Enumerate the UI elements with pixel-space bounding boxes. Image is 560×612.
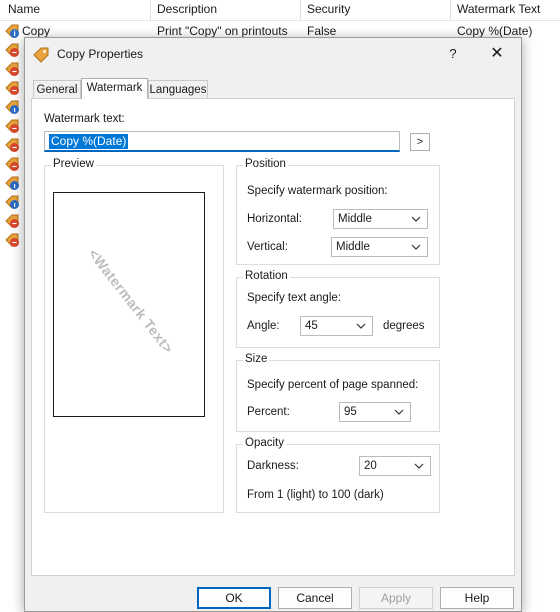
- position-title: Position: [243, 158, 288, 170]
- preview-page: <Watermark Text>: [53, 192, 205, 417]
- row-watermark: Copy %(Date): [457, 24, 533, 38]
- row-name: Copy: [22, 24, 51, 38]
- size-group: Size Specify percent of page spanned: Pe…: [236, 353, 440, 432]
- preview-group: Preview <Watermark Text>: [44, 158, 224, 513]
- preview-title: Preview: [51, 158, 96, 170]
- angle-value: 45: [305, 320, 318, 332]
- tab-watermark[interactable]: Watermark: [81, 78, 148, 99]
- tab-languages[interactable]: Languages: [148, 80, 208, 98]
- size-hint: Specify percent of page spanned:: [247, 379, 419, 391]
- insert-field-button[interactable]: >: [410, 133, 430, 151]
- tag-icon: [5, 214, 19, 228]
- chevron-down-icon: [356, 323, 366, 329]
- watermark-tab-panel: Watermark text: Copy %(Date) > Preview <…: [31, 98, 515, 576]
- info-tag-icon: [5, 176, 19, 190]
- column-divider[interactable]: [300, 0, 301, 20]
- horizontal-value: Middle: [338, 213, 372, 225]
- info-tag-icon: [5, 100, 19, 114]
- row-description: Print "Copy" on printouts: [157, 24, 288, 38]
- help-icon[interactable]: ?: [445, 44, 461, 64]
- column-name[interactable]: Name: [8, 2, 40, 16]
- darkness-select[interactable]: 20: [359, 456, 431, 476]
- vertical-select[interactable]: Middle: [331, 237, 428, 257]
- tag-icon: [5, 81, 19, 95]
- vertical-value: Middle: [336, 241, 370, 253]
- watermark-text-input[interactable]: Copy %(Date): [44, 131, 400, 152]
- chevron-down-icon: [414, 463, 424, 469]
- darkness-range-note: From 1 (light) to 100 (dark): [247, 489, 384, 501]
- column-description[interactable]: Description: [157, 2, 217, 16]
- list-header: Name Description Security Watermark Text: [0, 0, 560, 21]
- tag-icon: [5, 62, 19, 76]
- cancel-button[interactable]: Cancel: [278, 587, 352, 609]
- column-security[interactable]: Security: [307, 2, 350, 16]
- info-tag-icon: [5, 195, 19, 209]
- percent-label: Percent:: [247, 406, 290, 418]
- rotation-hint: Specify text angle:: [247, 292, 341, 304]
- size-title: Size: [243, 353, 270, 365]
- info-tag-icon: [5, 24, 19, 38]
- dialog-titlebar[interactable]: Copy Properties ? ✕: [25, 38, 521, 70]
- column-watermark-text[interactable]: Watermark Text: [457, 2, 540, 16]
- column-divider[interactable]: [450, 0, 451, 20]
- tag-icon: [5, 157, 19, 171]
- angle-label: Angle:: [247, 320, 280, 332]
- tag-icon: [5, 233, 19, 247]
- horizontal-label: Horizontal:: [247, 213, 302, 225]
- apply-button[interactable]: Apply: [359, 587, 433, 609]
- dialog-title: Copy Properties: [57, 47, 144, 61]
- tag-icon: [5, 43, 19, 57]
- ok-button[interactable]: OK: [197, 587, 271, 609]
- position-hint: Specify watermark position:: [247, 185, 388, 197]
- close-icon[interactable]: ✕: [487, 44, 507, 64]
- angle-select[interactable]: 45: [300, 316, 373, 336]
- rotation-title: Rotation: [243, 270, 290, 282]
- chevron-down-icon: [394, 409, 404, 415]
- copy-properties-dialog: Copy Properties ? ✕ General Watermark La…: [24, 37, 522, 612]
- chevron-down-icon: [411, 216, 421, 222]
- angle-unit: degrees: [383, 320, 425, 332]
- darkness-label: Darkness:: [247, 460, 299, 472]
- list-rows-icons: [0, 40, 24, 260]
- tag-icon: [33, 47, 49, 63]
- opacity-group: Opacity Darkness: 20 From 1 (light) to 1…: [236, 437, 440, 513]
- opacity-title: Opacity: [243, 437, 286, 449]
- percent-value: 95: [344, 406, 357, 418]
- row-security: False: [307, 24, 337, 38]
- tag-icon: [5, 138, 19, 152]
- vertical-label: Vertical:: [247, 241, 288, 253]
- darkness-value: 20: [364, 460, 377, 472]
- tab-general[interactable]: General: [33, 80, 81, 98]
- percent-select[interactable]: 95: [339, 402, 411, 422]
- watermark-text-value: Copy %(Date): [49, 134, 129, 149]
- column-divider[interactable]: [150, 0, 151, 20]
- horizontal-select[interactable]: Middle: [333, 209, 428, 229]
- preview-watermark-text: <Watermark Text>: [85, 245, 177, 357]
- help-button[interactable]: Help: [440, 587, 514, 609]
- tag-icon: [5, 119, 19, 133]
- position-group: Position Specify watermark position: Hor…: [236, 158, 440, 265]
- rotation-group: Rotation Specify text angle: Angle: 45 d…: [236, 270, 440, 348]
- chevron-down-icon: [411, 244, 421, 250]
- watermark-text-label: Watermark text:: [44, 113, 125, 125]
